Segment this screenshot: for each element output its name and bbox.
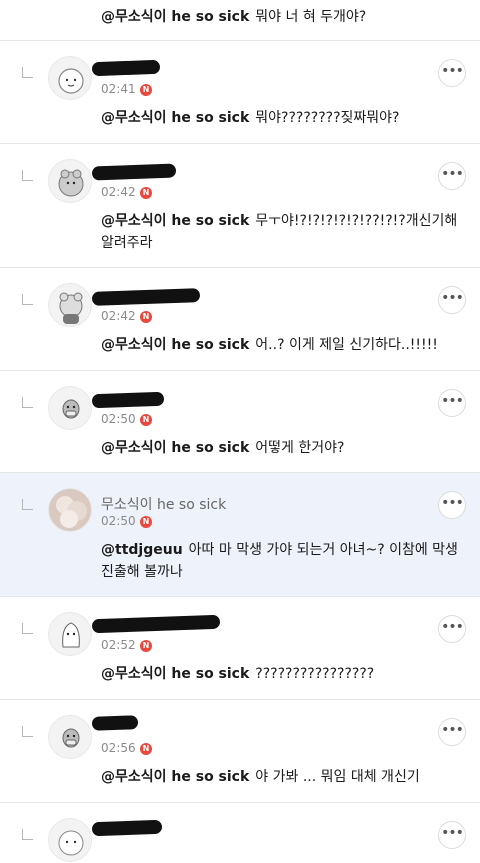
avatar[interactable] [48,715,92,759]
more-options-button[interactable]: ••• [438,162,466,190]
reply-branch-icon [22,499,33,510]
new-badge: N [140,414,152,426]
avatar[interactable] [48,386,92,430]
avatar[interactable] [48,818,92,862]
reply-branch-icon [22,623,33,634]
timestamp: 02:42 [101,185,136,199]
more-options-button[interactable]: ••• [438,718,466,746]
avatar[interactable] [48,283,92,327]
redacted-username [91,819,163,837]
reply-branch-icon [22,726,33,737]
comment-text: @무소식이 he so sick 어..? 이게 제일 신기하다..!!!!! [101,334,461,356]
avatar[interactable] [48,56,92,100]
new-badge: N [140,311,152,323]
reply-item: 02:50 N @무소식이 he so sick 어떻게 한거야? ••• [0,371,480,473]
reply-item: 02:42 N @무소식이 he so sick 어..? 이게 제일 신기하다.… [0,268,480,371]
comment-text: @ttdjgeuu 아따 마 막생 가야 되는거 아녀~? 이참에 막생 진출해 … [101,539,461,583]
comment-text: @무소식이 he so sick 야 가봐 ... 뭐임 대체 개신기 [101,766,461,788]
reply-item: 02:42 N @무소식이 he so sick 무ㅜ야!?!?!?!?!?!??… [0,144,480,268]
timestamp: 02:50 [101,412,136,426]
comment-body: 야 가봐 ... 뭐임 대체 개신기 [255,769,420,785]
timestamp: 02:50 [101,514,136,528]
more-options-button[interactable]: ••• [438,286,466,314]
comment-body: 뭐야 너 혀 두개야? [255,9,367,25]
new-badge: N [140,743,152,755]
comment-body: ???????????????? [255,666,375,682]
more-options-button[interactable]: ••• [438,389,466,417]
redacted-username [91,614,221,634]
mention[interactable]: @무소식이 he so sick [101,769,249,785]
redacted-username [91,59,161,77]
mention[interactable]: @무소식이 he so sick [101,9,249,25]
more-options-button[interactable]: ••• [438,491,466,519]
mention[interactable]: @무소식이 he so sick [101,440,249,456]
reply-item: 02:52 N @무소식이 he so sick????????????????… [0,597,480,700]
timestamp: 02:42 [101,309,136,323]
comment-text: @무소식이 he so sick???????????????? [101,663,461,685]
reply-item: ••• [0,803,480,863]
comment-text: @무소식이 he so sick 뭐야 너 혀 두개야? [101,6,366,26]
reply-branch-icon [22,294,33,305]
previous-comment: @무소식이 he so sick 뭐야 너 혀 두개야? [0,0,480,41]
mention[interactable]: @무소식이 he so sick [101,110,249,126]
reply-branch-icon [22,170,33,181]
reply-branch-icon [22,67,33,78]
more-options-button[interactable]: ••• [438,615,466,643]
avatar[interactable] [48,612,92,656]
comment-text: @무소식이 he so sick 뭐야????????짖짜뭐야? [101,107,461,129]
mention[interactable]: @ttdjgeuu [101,542,183,558]
more-options-button[interactable]: ••• [438,821,466,849]
reply-item-highlighted: 무소식이 he so sick 02:50 N @ttdjgeuu 아따 마 막생… [0,473,480,597]
reply-branch-icon [22,829,33,840]
mention[interactable]: @무소식이 he so sick [101,337,249,353]
reply-branch-icon [22,397,33,408]
comment-text: @무소식이 he so sick 무ㅜ야!?!?!?!?!?!??!?!?개신기해… [101,210,461,254]
username[interactable]: 무소식이 he so sick [101,494,226,514]
new-badge: N [140,516,152,528]
timestamp: 02:41 [101,82,136,96]
new-badge: N [140,187,152,199]
reply-item: 02:56 N @무소식이 he so sick 야 가봐 ... 뭐임 대체 개… [0,700,480,803]
new-badge: N [140,640,152,652]
new-badge: N [140,84,152,96]
comment-body: 어..? 이게 제일 신기하다..!!!!! [255,337,438,353]
comment-body: 뭐야????????짖짜뭐야? [255,110,400,126]
redacted-username [91,288,201,306]
timestamp: 02:52 [101,638,136,652]
redacted-username [91,391,165,409]
avatar[interactable] [48,488,92,532]
more-options-button[interactable]: ••• [438,59,466,87]
timestamp: 02:56 [101,741,136,755]
comment-text: @무소식이 he so sick 어떻게 한거야? [101,437,461,459]
avatar[interactable] [48,159,92,203]
comment-body: 어떻게 한거야? [255,440,345,456]
redacted-username [91,715,139,731]
redacted-username [91,163,177,181]
reply-item: 02:41 N @무소식이 he so sick 뭐야????????짖짜뭐야? … [0,41,480,144]
mention[interactable]: @무소식이 he so sick [101,213,249,229]
mention[interactable]: @무소식이 he so sick [101,666,249,682]
